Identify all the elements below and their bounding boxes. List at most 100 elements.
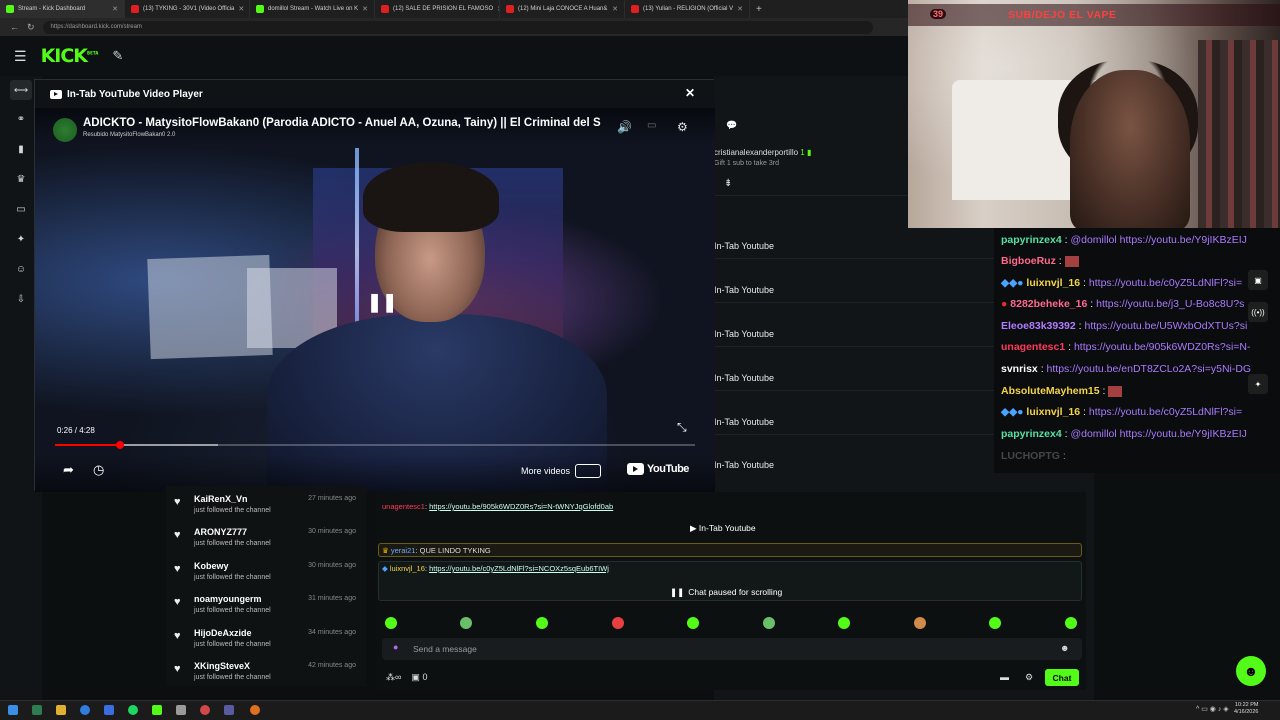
browser-tab[interactable]: (13) TYKING - 30V1 (Video Officia ✕	[125, 0, 250, 18]
chat-input-box[interactable]	[382, 638, 1082, 660]
new-tab-button[interactable]: +	[750, 4, 768, 15]
menu-icon[interactable]: ☰	[14, 48, 27, 65]
system-clock[interactable]: 10:22 PM 4/16/2026	[1234, 702, 1258, 716]
youtube-logo[interactable]: YouTube	[627, 463, 689, 475]
pin-arrow-icon[interactable]: ⇟	[724, 178, 732, 189]
chat-bubble-icon[interactable]: 💬	[726, 120, 737, 131]
wrench-icon[interactable]: ✦	[1248, 374, 1268, 394]
channel-points-icon[interactable]: ⁂∞	[386, 672, 401, 683]
emote-icon[interactable]	[763, 617, 775, 629]
follower-name[interactable]: HijoDeAxzide	[194, 628, 252, 638]
video-frame[interactable]: ADICKTO - MatysitoFlowBakan0 (Parodia AD…	[35, 108, 715, 492]
chat-bubble-icon[interactable]: ▬	[1000, 672, 1009, 682]
follower-name[interactable]: noamyoungerm	[194, 594, 262, 604]
video-title[interactable]: ADICKTO - MatysitoFlowBakan0 (Parodia AD…	[83, 117, 603, 129]
settings-gear-icon[interactable]: ⚙	[1025, 672, 1033, 683]
in-tab-youtube-item[interactable]: In-Tab Youtube	[714, 285, 774, 295]
spotify-icon[interactable]	[128, 705, 138, 715]
chrome-icon[interactable]	[80, 705, 90, 715]
folder-icon[interactable]	[56, 705, 66, 715]
close-icon[interactable]: ✕	[238, 5, 244, 13]
app-icon[interactable]	[104, 705, 114, 715]
app-icon[interactable]	[32, 705, 42, 715]
close-icon[interactable]: ✕	[362, 5, 368, 13]
microphone-icon[interactable]: ●	[393, 642, 398, 652]
in-tab-youtube-item[interactable]: In-Tab Youtube	[714, 241, 774, 251]
in-tab-youtube-item[interactable]: In-Tab Youtube	[714, 329, 774, 339]
emote-icon[interactable]	[385, 617, 397, 629]
app-icon[interactable]	[224, 705, 234, 715]
emoji-icon[interactable]: ☻	[1060, 643, 1069, 653]
app-icon[interactable]	[200, 705, 210, 715]
pause-icon[interactable]: ❚❚	[367, 292, 397, 313]
kick-icon[interactable]	[152, 705, 162, 715]
chat-username[interactable]: yerai21	[391, 546, 416, 555]
system-tray-icons[interactable]: ^ ▭ ◉ ♪ ◈	[1196, 705, 1229, 713]
close-icon[interactable]: ✕	[737, 5, 743, 13]
emote-icon[interactable]	[914, 617, 926, 629]
follower-name[interactable]: Kobewy	[194, 561, 229, 571]
browser-tab[interactable]: domillol Stream - Watch Live on K ✕	[250, 0, 375, 18]
follower-name[interactable]: KaiRenX_Vn	[194, 494, 248, 504]
channel-avatar[interactable]	[53, 118, 77, 142]
emote-icon[interactable]	[838, 617, 850, 629]
pin-icon[interactable]: ✎	[112, 48, 123, 64]
points-counter[interactable]: ▣ 0	[411, 672, 427, 683]
url-field[interactable]: https://dashboard.kick.com/stream	[42, 20, 873, 34]
chat-link[interactable]: https://youtu.be/905k6WDZ0Rs?si=N-tWNYJq…	[429, 502, 613, 511]
trophy-icon[interactable]: ♛	[10, 169, 32, 189]
chat-input-placeholder[interactable]: Send a message	[413, 644, 477, 654]
emote-icon[interactable]	[612, 617, 624, 629]
download-icon[interactable]: ⇩	[10, 289, 32, 309]
close-icon[interactable]: ✕	[112, 5, 118, 13]
app-icon[interactable]	[176, 705, 186, 715]
browser-tab[interactable]: (12) SALE DE PRISION EL FAMOSO✕	[375, 0, 500, 18]
windows-start-icon[interactable]	[8, 705, 18, 715]
firefox-icon[interactable]	[250, 705, 260, 715]
fullscreen-icon[interactable]: ⤡	[677, 420, 687, 435]
emote-icon[interactable]	[989, 617, 1001, 629]
chat-username[interactable]: unagentesc1	[382, 502, 425, 511]
browser-tab[interactable]: (12) Mini Laja CONOCE A Huan& ✕	[500, 0, 625, 18]
overlay-control-button[interactable]: ▣	[1248, 270, 1268, 290]
close-icon[interactable]: ✕	[612, 5, 618, 13]
media-icon[interactable]: ▭	[10, 199, 32, 219]
follower-name[interactable]: ARONYZ777	[194, 527, 247, 537]
more-videos-button[interactable]: More videos	[521, 464, 602, 478]
chat-send-button[interactable]: Chat	[1045, 669, 1079, 686]
link-icon[interactable]: ⚭	[10, 109, 32, 129]
users-icon[interactable]: ☺	[10, 259, 32, 279]
follower-name[interactable]: XKingSteveX	[194, 661, 250, 671]
browser-tab[interactable]: Stream - Kick Dashboard ✕	[0, 0, 125, 18]
close-icon[interactable]: ✕	[685, 86, 695, 100]
settings-gear-icon[interactable]: ⚙	[677, 120, 688, 134]
analytics-icon[interactable]: ▮	[10, 139, 32, 159]
watch-later-icon[interactable]: ◷	[93, 462, 104, 478]
progress-scrubber[interactable]	[115, 441, 124, 449]
captions-icon[interactable]: ▭	[647, 120, 656, 131]
in-tab-youtube-item[interactable]: In-Tab Youtube	[714, 460, 774, 470]
share-icon[interactable]: ➦	[63, 462, 74, 478]
broadcast-icon[interactable]: ((•))	[1248, 302, 1268, 322]
overlay-text: https://youtu.be/j3_U-Bo8c8U?s	[1096, 298, 1245, 310]
chat-username[interactable]: luixnvjl_16	[390, 564, 425, 573]
emote-icon[interactable]	[536, 617, 548, 629]
emote-icon[interactable]	[460, 617, 472, 629]
in-tab-youtube-item[interactable]: In-Tab Youtube	[714, 417, 774, 427]
progress-played	[55, 444, 120, 446]
browser-tab[interactable]: (13) Yulian - RELIGION (Official V ✕	[625, 0, 750, 18]
volume-icon[interactable]: 🔊	[617, 120, 632, 134]
chat-paused-banner[interactable]: ❚❚ Chat paused for scrolling	[670, 587, 782, 598]
reload-icon[interactable]: ↻	[27, 22, 35, 33]
chat-link[interactable]: https://youtu.be/c0yZ5LdNlFl?si=NCOXz5sq…	[429, 564, 609, 573]
wrench-icon[interactable]: ✦	[10, 229, 32, 249]
support-chat-button[interactable]: ☻	[1236, 656, 1266, 686]
kick-logo[interactable]: KICKBETA	[41, 45, 99, 67]
video-progress-bar[interactable]	[55, 441, 695, 449]
video-channel[interactable]: Resubido MatysitoFlowBakan0 2.0	[83, 132, 175, 138]
back-icon[interactable]: ←	[10, 22, 19, 32]
stream-icon[interactable]: ⟷	[10, 80, 32, 100]
in-tab-youtube-item[interactable]: In-Tab Youtube	[714, 373, 774, 383]
emote-icon[interactable]	[687, 617, 699, 629]
emote-icon[interactable]	[1065, 617, 1077, 629]
